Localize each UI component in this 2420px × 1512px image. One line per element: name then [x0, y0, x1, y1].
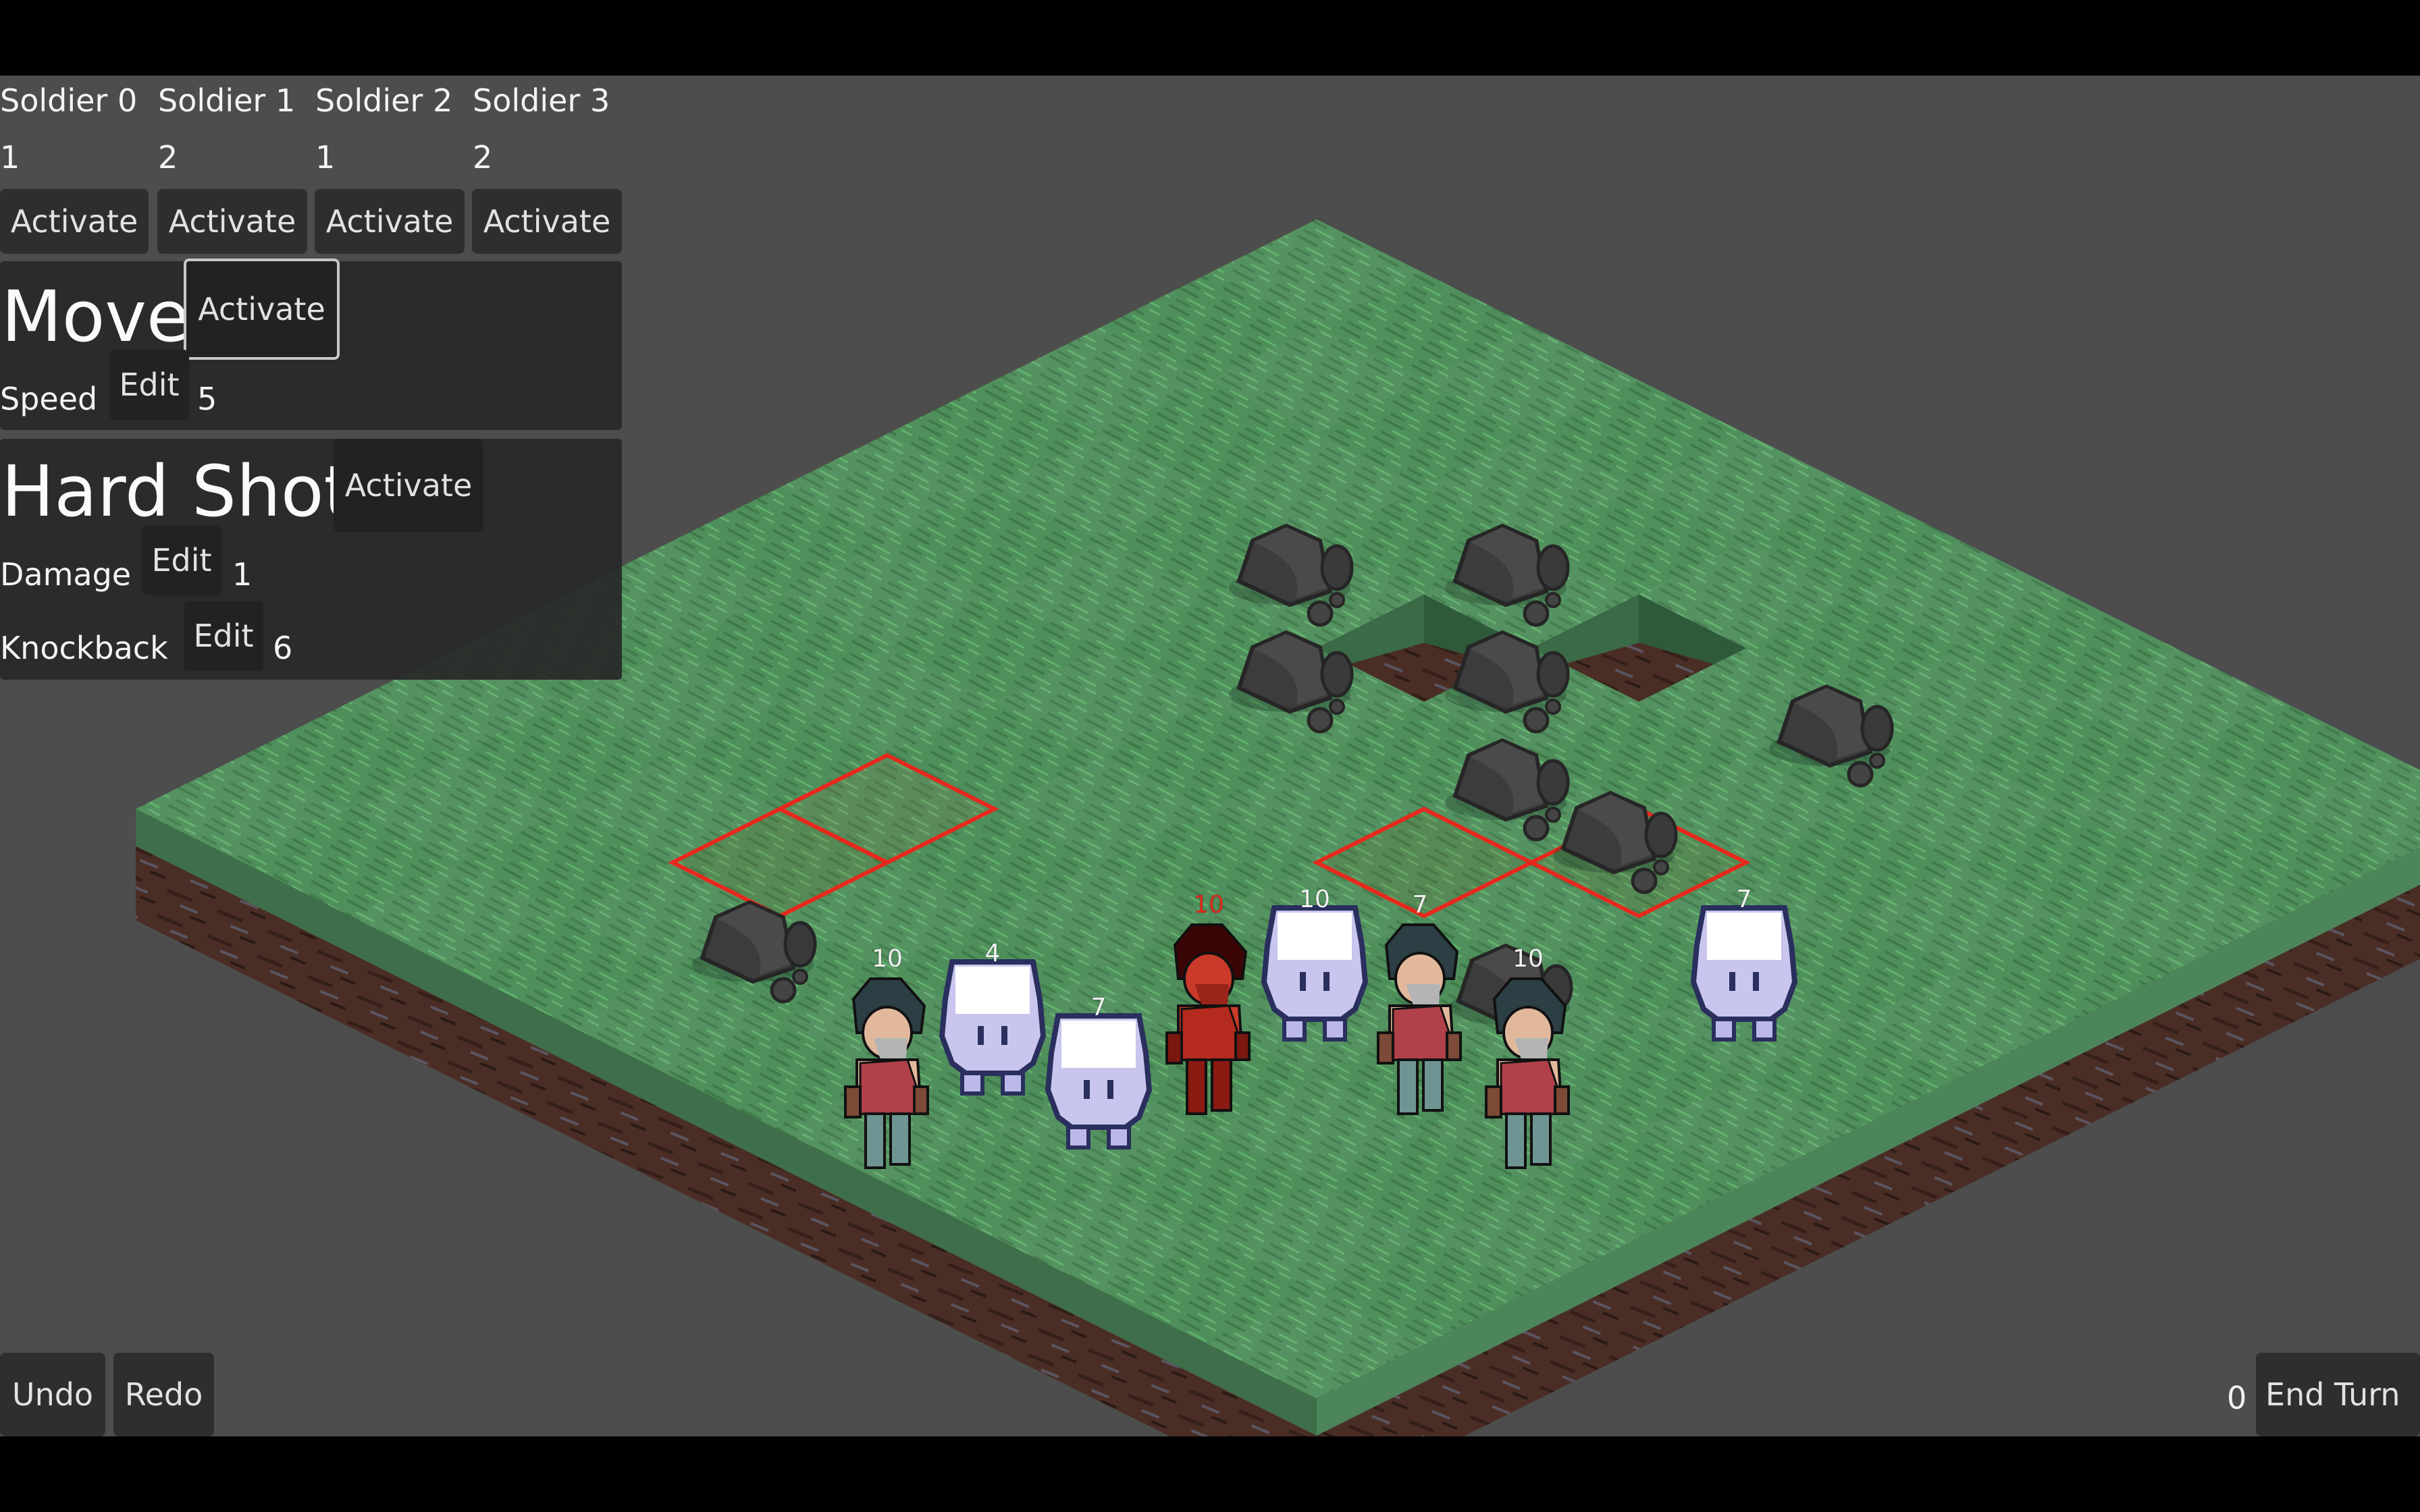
soldier-0-activate-button[interactable]: Activate	[0, 189, 149, 254]
unit-hp-label: 7	[1412, 891, 1428, 919]
redo-button[interactable]: Redo	[113, 1353, 214, 1436]
speed-value: 5	[197, 381, 217, 417]
knockback-edit-button[interactable]: Edit	[184, 601, 263, 671]
undo-button[interactable]: Undo	[0, 1353, 105, 1436]
soldier-0-name: Soldier 0	[0, 82, 138, 119]
speed-label: Speed	[0, 381, 98, 417]
knockback-label: Knockback	[0, 630, 168, 666]
soldier-2-value: 1	[315, 139, 336, 176]
unit-hp-label: 4	[984, 940, 1001, 967]
unit-hp-label: 10	[1512, 945, 1544, 973]
ability-title-hard-shot: Hard Shot	[1, 450, 352, 533]
move-activate-button[interactable]: Activate	[184, 259, 340, 360]
knockback-value: 6	[273, 630, 293, 666]
soldier-2-activate-button[interactable]: Activate	[315, 189, 465, 254]
turn-counter: 0	[2227, 1380, 2247, 1416]
unit-hp-label: 10	[872, 945, 903, 973]
soldier-3-activate-button[interactable]: Activate	[472, 189, 622, 254]
soldier-3-name: Soldier 3	[473, 82, 610, 119]
soldier-3-value: 2	[473, 139, 493, 176]
soldier-2-name: Soldier 2	[315, 82, 453, 119]
damage-label: Damage	[0, 556, 132, 593]
unit-hp-label: 7	[1090, 994, 1107, 1021]
unit-hp-label: 10	[1193, 891, 1224, 919]
damage-edit-button[interactable]: Edit	[142, 525, 221, 595]
speed-edit-button[interactable]: Edit	[109, 350, 189, 420]
ability-panel-hard-shot: Hard Shot Activate Damage Edit 1 Knockba…	[0, 439, 622, 680]
soldier-1-name: Soldier 1	[158, 82, 296, 119]
ability-title-move: Move	[1, 275, 190, 358]
damage-value: 1	[232, 556, 253, 593]
unit-hp-label: 10	[1299, 886, 1330, 913]
soldier-1-value: 2	[158, 139, 178, 176]
ability-panel-move: Move Activate Speed Edit 5	[0, 259, 622, 430]
end-turn-button[interactable]: End Turn	[2256, 1353, 2420, 1436]
soldier-0-value: 1	[0, 139, 20, 176]
unit-hp-label: 7	[1736, 886, 1752, 913]
hard-shot-activate-button[interactable]: Activate	[334, 439, 483, 532]
soldier-1-activate-button[interactable]: Activate	[157, 189, 307, 254]
